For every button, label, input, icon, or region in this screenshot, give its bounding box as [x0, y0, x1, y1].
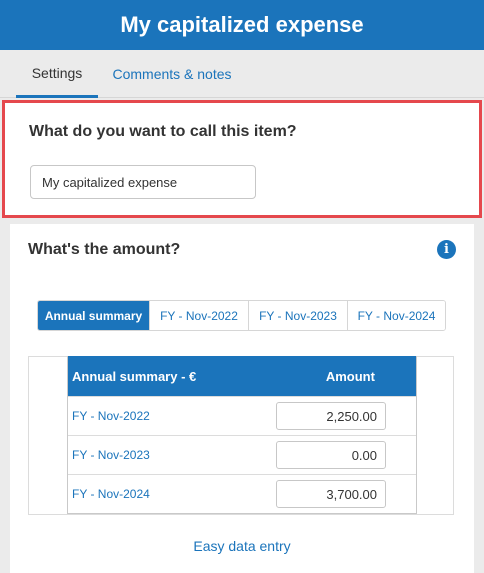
period-segmented-control: Annual summary FY - Nov-2022 FY - Nov-20…: [37, 300, 446, 331]
amount-input-fy-nov-2024[interactable]: [276, 480, 386, 508]
segment-fy-nov-2022[interactable]: FY - Nov-2022: [149, 301, 248, 330]
table-header: Annual summary - € Amount: [68, 356, 416, 396]
segment-annual-summary[interactable]: Annual summary: [38, 301, 149, 330]
page-title: My capitalized expense: [120, 12, 364, 37]
item-name-panel: What do you want to call this item?: [2, 100, 482, 218]
segment-fy-nov-2023[interactable]: FY - Nov-2023: [248, 301, 347, 330]
column-header-label: Annual summary - €: [72, 368, 197, 384]
segment-fy-nov-2024[interactable]: FY - Nov-2024: [347, 301, 445, 330]
annual-summary-table: Annual summary - € Amount FY - Nov-2022 …: [67, 356, 417, 514]
annual-summary-container: Annual summary - € Amount FY - Nov-2022 …: [28, 356, 454, 515]
amount-input-fy-nov-2023[interactable]: [276, 441, 386, 469]
column-header-amount: Amount: [325, 368, 375, 384]
item-name-question: What do you want to call this item?: [29, 123, 297, 140]
amount-input-fy-nov-2022[interactable]: [276, 402, 386, 430]
page-header: My capitalized expense: [0, 0, 484, 50]
tab-bar: Settings Comments & notes: [0, 50, 484, 98]
item-name-input[interactable]: [30, 165, 256, 199]
row-label-fy-nov-2023[interactable]: FY - Nov-2023: [68, 448, 276, 462]
info-icon[interactable]: i: [437, 240, 456, 259]
easy-data-entry-link[interactable]: Easy data entry: [10, 538, 474, 554]
row-label-fy-nov-2022[interactable]: FY - Nov-2022: [68, 409, 276, 423]
table-row: FY - Nov-2024: [68, 474, 416, 513]
table-row: FY - Nov-2023: [68, 435, 416, 474]
amount-panel: What's the amount? i Annual summary FY -…: [10, 224, 474, 573]
table-row: FY - Nov-2022: [68, 396, 416, 435]
row-label-fy-nov-2024[interactable]: FY - Nov-2024: [68, 487, 276, 501]
amount-question: What's the amount?: [28, 241, 181, 258]
tab-settings[interactable]: Settings: [16, 50, 98, 98]
tab-comments-notes[interactable]: Comments & notes: [104, 50, 240, 98]
